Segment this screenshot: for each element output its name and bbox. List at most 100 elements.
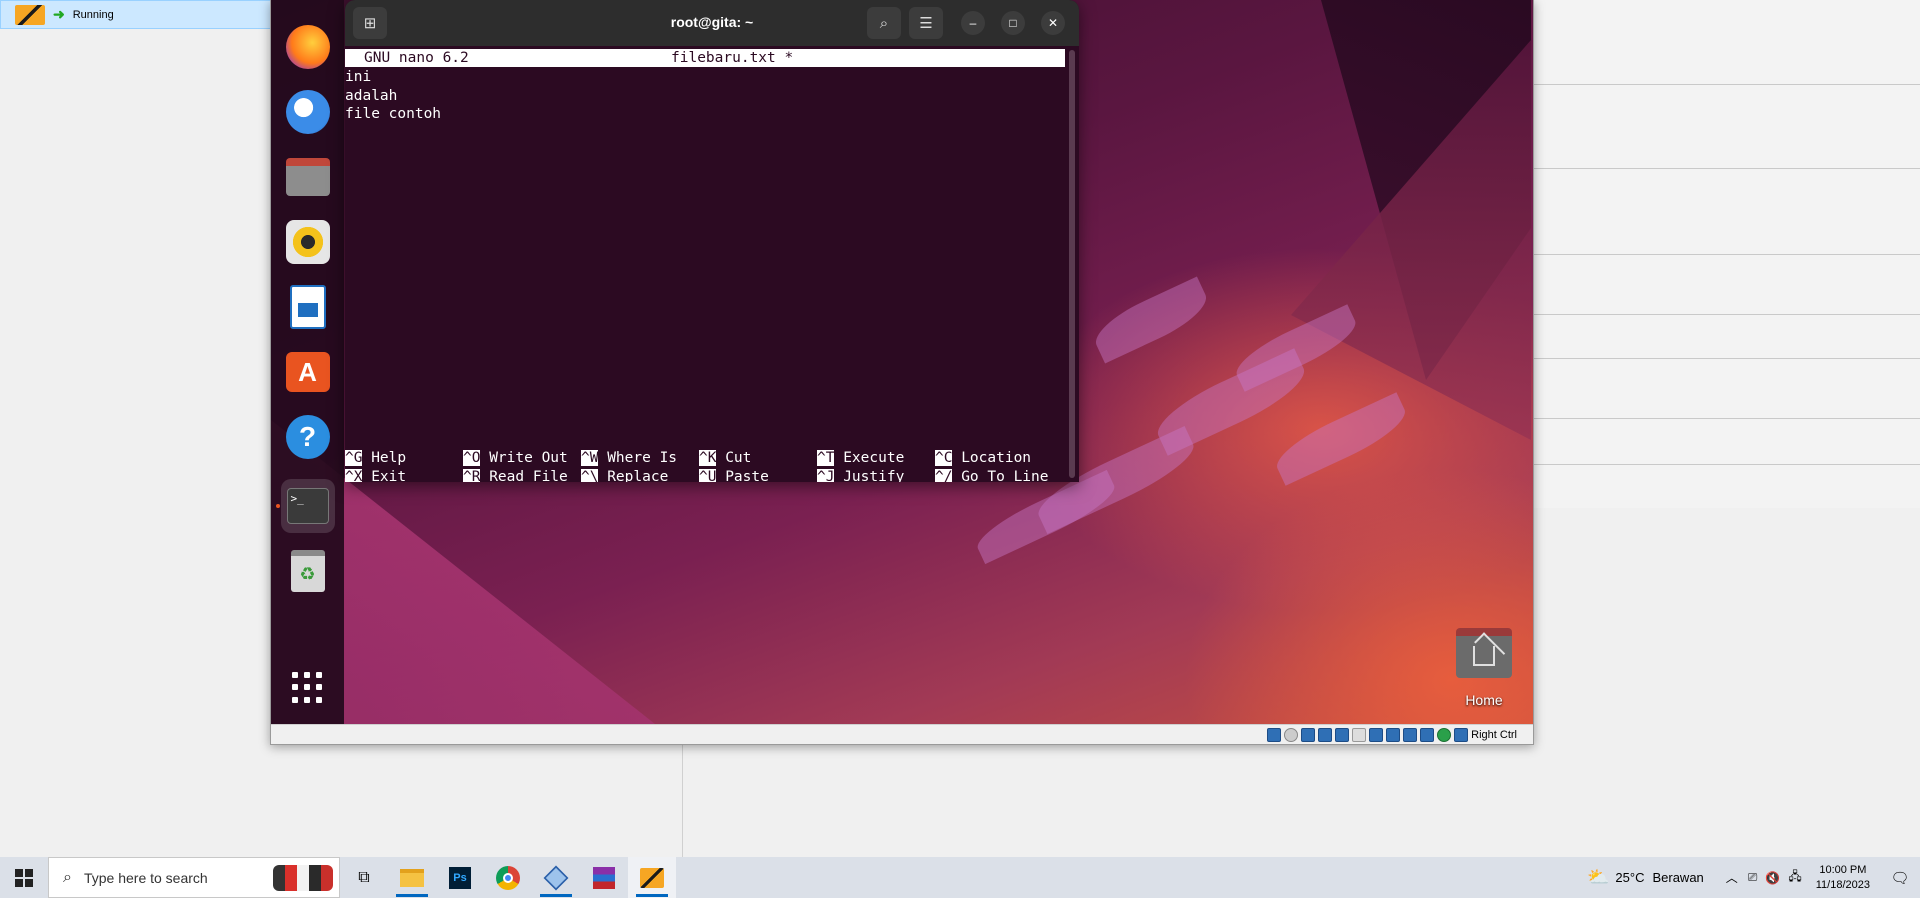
- firefox-icon: [285, 25, 330, 69]
- dock-libreoffice-writer[interactable]: [281, 280, 335, 334]
- windows-taskbar: ⌕ Type here to search ⧉ Ps ⛅ 25°C Berawa…: [0, 857, 1920, 898]
- meet-now-icon[interactable]: ⎚: [1748, 870, 1758, 885]
- search-icon: ⌕: [879, 14, 889, 32]
- search-button[interactable]: ⌕: [867, 7, 901, 39]
- host-key-label: Right Ctrl: [1471, 728, 1517, 741]
- terminal-window[interactable]: ⊞ root@gita: ~ ⌕ ☰ – □ ✕ GNU nano 6.2 fil…: [345, 0, 1079, 482]
- nano-title-bar: GNU nano 6.2 filebaru.txt *: [345, 49, 1065, 67]
- vm-list-item[interactable]: ➜ Running: [0, 0, 272, 29]
- shortcut-replace: ^\ Replace: [581, 468, 668, 482]
- desktop-home-folder[interactable]: Home: [1454, 628, 1514, 718]
- task-view-icon: ⧉: [358, 868, 370, 886]
- dock-software[interactable]: A: [281, 345, 335, 399]
- taskbar-virtualbox[interactable]: [532, 857, 580, 898]
- taskbar-search[interactable]: ⌕ Type here to search: [48, 857, 340, 898]
- text-line: adalah: [345, 87, 398, 104]
- display-icon[interactable]: [1369, 727, 1384, 742]
- dock-help[interactable]: ?: [281, 410, 335, 464]
- winrar-icon: [593, 866, 615, 889]
- optical-drive-icon[interactable]: [1284, 727, 1299, 742]
- cpu-icon[interactable]: [1403, 727, 1418, 742]
- vm-window-icon: [640, 867, 664, 888]
- running-indicator: [275, 504, 280, 508]
- weather-text[interactable]: Berawan: [1652, 870, 1703, 885]
- thunderbird-icon: [285, 90, 330, 134]
- dock-rhythmbox[interactable]: [281, 215, 335, 269]
- show-apps-icon[interactable]: [291, 672, 324, 704]
- close-button[interactable]: ✕: [1041, 11, 1065, 35]
- terminal-icon: >_: [286, 488, 329, 524]
- search-placeholder: Type here to search: [83, 869, 208, 886]
- shortcut-read-file: ^R Read File: [463, 468, 568, 482]
- shortcut-write-out: ^O Write Out: [463, 450, 568, 466]
- usb-icon[interactable]: [1335, 727, 1350, 742]
- help-icon: ?: [285, 415, 330, 459]
- weather-icon[interactable]: ⛅: [1587, 867, 1609, 888]
- files-icon: [285, 158, 330, 196]
- vm-status-text: Running: [72, 8, 114, 21]
- ubuntu-dock: A ? >_ ♻: [271, 0, 344, 724]
- home-folder-icon: [1456, 628, 1512, 678]
- dock-trash[interactable]: ♻: [281, 544, 335, 598]
- divider: [1532, 314, 1920, 315]
- search-highlight-icon: [273, 864, 333, 891]
- system-tray: ⛅ 25°C Berawan ︿ ⎚ 🔇 🖧 10:00 PM 11/18/20…: [1587, 857, 1920, 898]
- trash-icon: ♻: [290, 550, 325, 592]
- dock-thunderbird[interactable]: [281, 85, 335, 139]
- clock[interactable]: 10:00 PM 11/18/2023: [1806, 863, 1880, 893]
- taskbar-chrome[interactable]: [484, 857, 532, 898]
- taskbar-photoshop[interactable]: Ps: [436, 857, 484, 898]
- shortcut-justify: ^J Justify: [817, 468, 904, 482]
- windows-logo-icon: [15, 868, 33, 887]
- photoshop-icon: Ps: [449, 866, 471, 889]
- text-line: file contoh: [345, 106, 442, 122]
- divider: [1532, 358, 1920, 359]
- hdd-icon[interactable]: [1267, 727, 1282, 742]
- network-icon[interactable]: 🖧: [1788, 867, 1801, 888]
- volume-muted-icon[interactable]: 🔇: [1765, 871, 1780, 885]
- taskbar-file-explorer[interactable]: [388, 857, 436, 898]
- network-icon[interactable]: [1318, 727, 1333, 742]
- terminal-headerbar: ⊞ root@gita: ~ ⌕ ☰ – □ ✕: [345, 0, 1079, 46]
- task-view-button[interactable]: ⧉: [340, 857, 388, 898]
- dock-files[interactable]: [281, 150, 335, 204]
- shortcut-location: ^C Location: [935, 450, 1032, 466]
- chrome-icon: [496, 865, 520, 890]
- divider: [1532, 168, 1920, 169]
- shortcut-paste: ^U Paste: [699, 468, 769, 482]
- audio-icon[interactable]: [1301, 727, 1316, 742]
- taskbar-winrar[interactable]: [580, 857, 628, 898]
- nano-editor[interactable]: GNU nano 6.2 filebaru.txt * ini adalah fi…: [345, 46, 1067, 482]
- chevron-up-icon[interactable]: ︿: [1726, 869, 1738, 886]
- maximize-button[interactable]: □: [1001, 11, 1025, 35]
- new-tab-button[interactable]: ⊞: [353, 7, 387, 39]
- shared-folders-icon[interactable]: [1352, 727, 1367, 742]
- rhythmbox-icon: [285, 220, 330, 264]
- virtualbox-cube-icon: [543, 865, 569, 890]
- shortcut-help: ^G Help: [345, 450, 407, 466]
- notifications-icon[interactable]: 🗨: [1880, 869, 1920, 887]
- divider: [1532, 254, 1920, 255]
- vm-status-bar: Right Ctrl: [271, 724, 1533, 744]
- nano-version: GNU nano 6.2: [364, 50, 469, 66]
- writer-icon: [289, 285, 326, 329]
- video-capture-icon[interactable]: [1386, 727, 1401, 742]
- hamburger-icon: ☰: [919, 15, 933, 32]
- shortcut-go-to-line: ^/ Go To Line: [935, 468, 1049, 482]
- clock-time: 10:00 PM: [1819, 863, 1867, 876]
- divider: [1532, 464, 1920, 465]
- shortcut-exit: ^X Exit: [345, 468, 406, 482]
- home-folder-label: Home: [1465, 692, 1503, 708]
- taskbar-virtualbox-vm[interactable]: [628, 857, 676, 898]
- keyboard-capture-icon[interactable]: [1454, 727, 1469, 742]
- guest-additions-icon[interactable]: [1437, 727, 1452, 742]
- weather-temp[interactable]: 25°C: [1615, 870, 1644, 885]
- minimize-button[interactable]: –: [961, 11, 985, 35]
- terminal-scrollbar[interactable]: [1069, 50, 1075, 478]
- shortcut-where-is: ^W Where Is: [581, 450, 678, 466]
- dock-terminal[interactable]: >_: [275, 479, 335, 533]
- mouse-integration-icon[interactable]: [1420, 727, 1435, 742]
- start-button[interactable]: [0, 857, 48, 898]
- dock-firefox[interactable]: [281, 20, 335, 74]
- menu-button[interactable]: ☰: [909, 7, 943, 39]
